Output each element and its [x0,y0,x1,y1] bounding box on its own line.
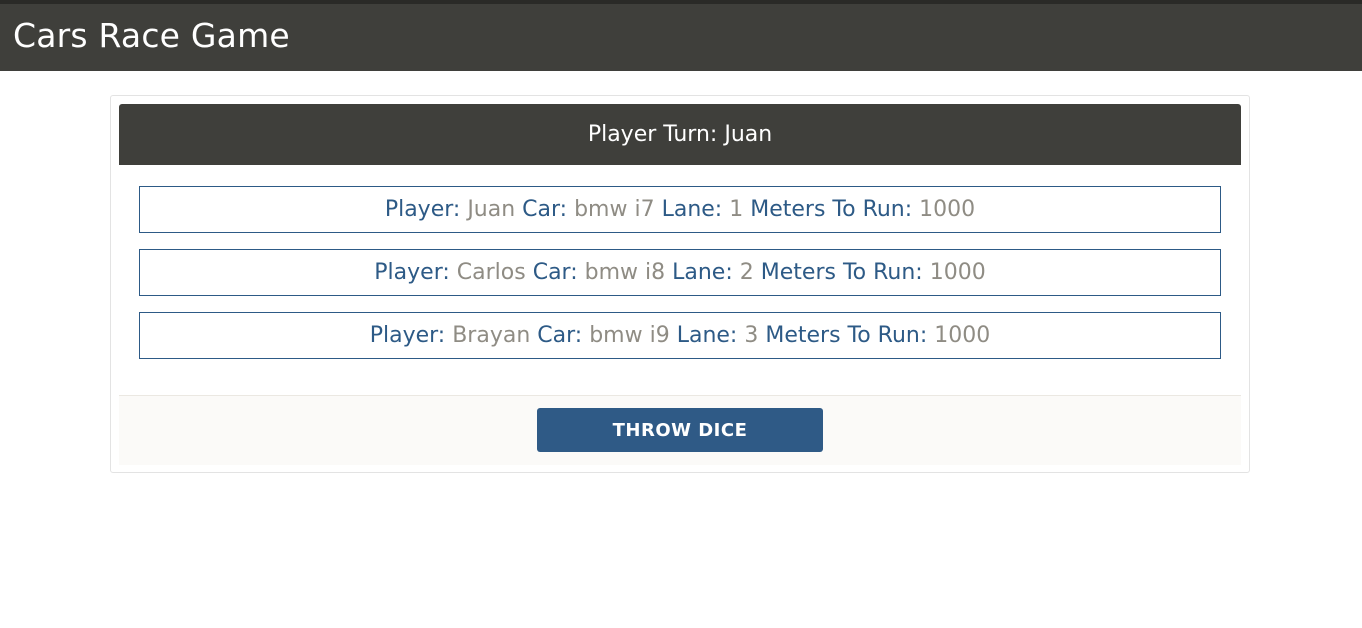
player-row: Player: Carlos Car: bmw i8 Lane: 2 Meter… [139,249,1221,296]
card-header: Player Turn: Juan [119,104,1241,165]
car-label: Car: [522,197,568,222]
player-turn-heading: Player Turn: Juan [588,122,772,147]
car-value: bmw i7 [574,197,655,222]
app-title: Cars Race Game [13,16,290,55]
meters-value: 1000 [934,323,991,348]
player-label: Player: [384,197,461,222]
player-list: Player: Juan Car: bmw i7 Lane: 1 Meters … [139,186,1221,375]
lane-label: Lane: [676,323,738,348]
player-name: Brayan [452,323,531,348]
navbar: Cars Race Game [0,4,1362,71]
meters-label: Meters To Run: [765,323,928,348]
car-label: Car: [532,260,578,285]
card-footer: THROW DICE [119,395,1241,465]
game-card: Player Turn: Juan Player: Juan Car: bmw … [110,95,1250,473]
meters-value: 1000 [929,260,986,285]
player-row: Player: Juan Car: bmw i7 Lane: 1 Meters … [139,186,1221,233]
lane-value: 2 [739,260,754,285]
player-name: Juan [467,197,516,222]
meters-value: 1000 [919,197,976,222]
player-name: Carlos [456,260,526,285]
throw-dice-button[interactable]: THROW DICE [537,408,823,452]
lane-value: 1 [729,197,744,222]
car-label: Car: [537,323,583,348]
player-label: Player: [369,323,446,348]
lane-label: Lane: [672,260,733,285]
lane-label: Lane: [661,197,723,222]
player-row: Player: Brayan Car: bmw i9 Lane: 3 Meter… [139,312,1221,359]
player-label: Player: [374,260,450,285]
meters-label: Meters To Run: [750,197,913,222]
meters-label: Meters To Run: [760,260,923,285]
car-value: bmw i9 [589,323,670,348]
car-value: bmw i8 [584,260,666,285]
current-player-name: Juan [724,122,773,147]
turn-label: Player Turn: [587,122,718,147]
lane-value: 3 [744,323,759,348]
